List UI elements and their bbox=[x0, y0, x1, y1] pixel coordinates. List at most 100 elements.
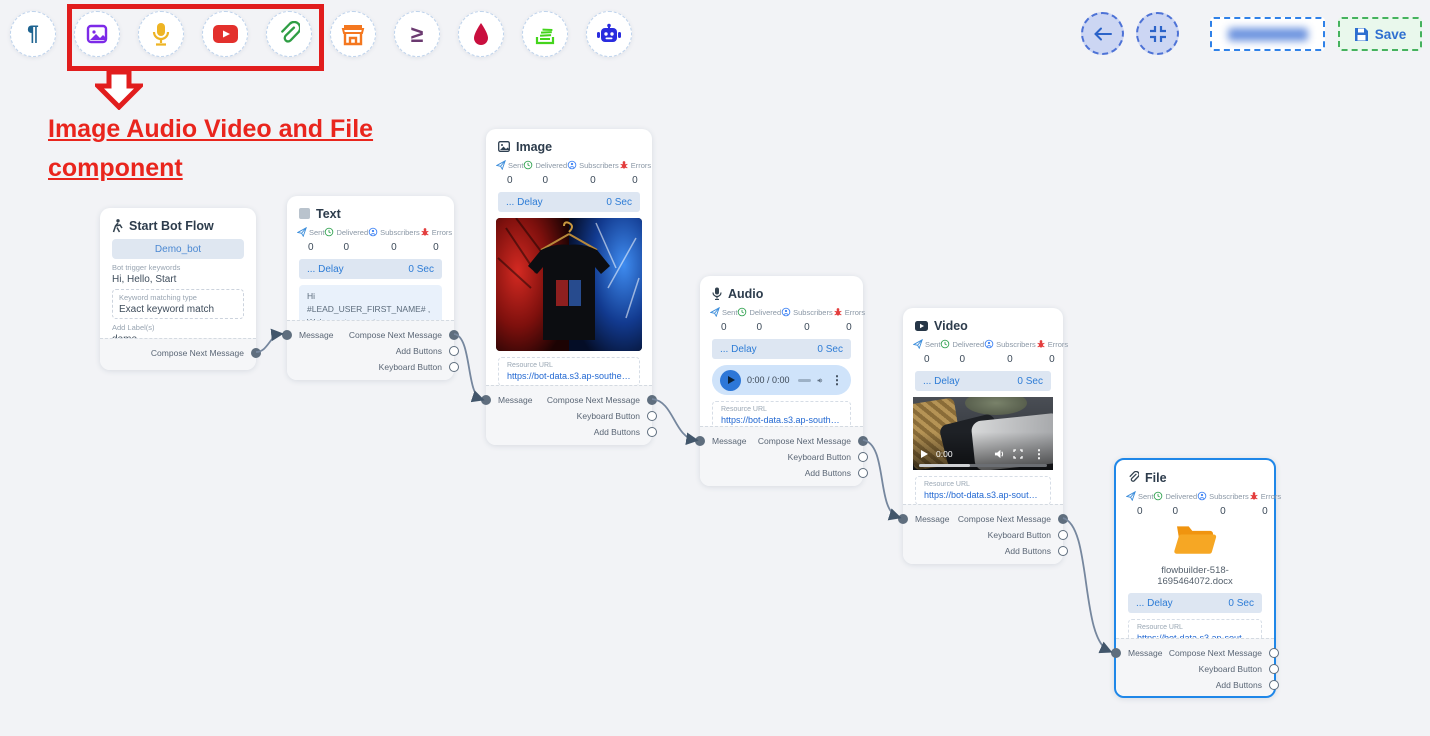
field-trigger-keywords[interactable]: Bot trigger keywords Hi, Hello, Start bbox=[112, 263, 244, 285]
text-component-button[interactable]: ¶ bbox=[10, 11, 56, 57]
resource-url-link[interactable]: https://bot-data.s3.ap-southeast-1.wasab… bbox=[924, 490, 1042, 500]
node-text[interactable]: Text Sent 0 Delivered 0 Subscribers 0 Er… bbox=[287, 196, 454, 380]
node-video[interactable]: Video Sent 0 Delivered 0 Subscribers 0 E… bbox=[903, 308, 1063, 564]
video-player[interactable]: 0:00 ⋮ bbox=[913, 397, 1053, 470]
stat-delivered: Delivered 0 bbox=[523, 160, 567, 186]
node-header: Start Bot Flow bbox=[100, 208, 256, 233]
video-controls: 0:00 ⋮ bbox=[921, 447, 1045, 461]
delay-control[interactable]: ... Delay 0 Sec bbox=[498, 192, 640, 212]
video-progress-bar[interactable] bbox=[919, 464, 1047, 467]
stat-delivered: Delivered 0 bbox=[940, 339, 984, 365]
obscured-action-button[interactable] bbox=[1210, 17, 1325, 51]
output-port-keyboard-button[interactable] bbox=[1058, 530, 1068, 540]
back-button[interactable] bbox=[1081, 12, 1124, 55]
output-port-compose[interactable] bbox=[858, 436, 868, 446]
stat-delivered: Delivered 0 bbox=[324, 227, 368, 253]
delay-control[interactable]: ... Delay 0 Sec bbox=[299, 259, 442, 279]
output-port-add-buttons[interactable] bbox=[858, 468, 868, 478]
stat-sent: Sent 0 bbox=[710, 307, 737, 333]
input-port-message[interactable] bbox=[282, 330, 292, 340]
stats-row: Sent 0 Delivered 0 Subscribers 0 Errors … bbox=[1126, 491, 1264, 517]
port-compose-next-message: Compose Next Message bbox=[958, 514, 1051, 524]
input-port-message[interactable] bbox=[481, 395, 491, 405]
output-port-compose[interactable] bbox=[1058, 514, 1068, 524]
compress-icon bbox=[1149, 25, 1167, 43]
delivered-icon bbox=[1153, 491, 1163, 501]
field-value[interactable]: Hi, Hello, Start bbox=[112, 274, 244, 285]
stat-subscribers: Subscribers 0 bbox=[984, 339, 1036, 365]
stat-subscribers: Subscribers 0 bbox=[1197, 491, 1249, 517]
field-value[interactable]: Exact keyword match bbox=[119, 304, 237, 315]
fullscreen-icon[interactable] bbox=[1013, 449, 1023, 459]
audio-progress[interactable] bbox=[798, 379, 811, 382]
errors-icon bbox=[420, 227, 430, 237]
output-port-add-buttons[interactable] bbox=[647, 427, 657, 437]
stat-subscribers: Subscribers 0 bbox=[368, 227, 420, 253]
output-port-keyboard-button[interactable] bbox=[647, 411, 657, 421]
input-port-message[interactable] bbox=[1111, 648, 1121, 658]
stat-errors: Errors 0 bbox=[619, 160, 651, 186]
node-image[interactable]: Image Sent 0 Delivered 0 Subscribers 0 E… bbox=[486, 129, 652, 445]
output-port-compose[interactable] bbox=[251, 348, 261, 358]
delay-control[interactable]: ... Delay 0 Sec bbox=[712, 339, 851, 359]
node-file[interactable]: File Sent 0 Delivered 0 Subscribers 0 Er… bbox=[1114, 458, 1276, 698]
pilcrow-icon: ¶ bbox=[27, 22, 39, 46]
ecommerce-component-button[interactable] bbox=[330, 11, 376, 57]
annotation-rectangle bbox=[67, 4, 324, 71]
port-compose-next-message: Compose Next Message bbox=[349, 330, 442, 340]
sent-icon bbox=[1126, 491, 1136, 501]
resource-url-link[interactable]: https://bot-data.s3.ap-southeast-1.wasab… bbox=[507, 371, 631, 381]
delay-control[interactable]: ... Delay 0 Sec bbox=[1128, 593, 1262, 613]
wire-audio-to-video bbox=[863, 440, 898, 517]
drip-component-button[interactable] bbox=[458, 11, 504, 57]
errors-icon bbox=[1249, 491, 1259, 501]
ai-component-button[interactable] bbox=[586, 11, 632, 57]
play-icon[interactable] bbox=[921, 450, 928, 458]
flow-canvas[interactable]: ¶ ≥ bbox=[0, 0, 1430, 736]
annotation-text: Image Audio Video and File component bbox=[48, 110, 373, 188]
field-keyword-matching[interactable]: Keyword matching type Exact keyword matc… bbox=[112, 289, 244, 319]
node-title: Image bbox=[516, 140, 552, 154]
bot-name-button[interactable]: Demo_bot bbox=[112, 239, 244, 259]
volume-icon[interactable] bbox=[817, 375, 823, 386]
output-port-keyboard-button[interactable] bbox=[449, 362, 459, 372]
resource-url-link[interactable]: https://bot-data.s3.ap-southeast-1.wasab… bbox=[721, 415, 842, 425]
audio-menu-icon[interactable]: ⋮ bbox=[831, 373, 843, 387]
errors-icon bbox=[1036, 339, 1046, 349]
output-port-add-buttons[interactable] bbox=[449, 346, 459, 356]
port-keyboard-button: Keyboard Button bbox=[379, 362, 442, 372]
save-button[interactable]: Save bbox=[1338, 17, 1422, 51]
node-header: Audio bbox=[700, 276, 863, 301]
sequence-component-button[interactable] bbox=[522, 11, 568, 57]
product-image bbox=[496, 218, 642, 351]
output-port-compose[interactable] bbox=[1269, 648, 1279, 658]
save-button-label: Save bbox=[1375, 27, 1407, 42]
node-footer: Message Compose Next Message Keyboard Bu… bbox=[700, 426, 863, 486]
node-header: Video bbox=[903, 308, 1063, 333]
node-audio[interactable]: Audio Sent 0 Delivered 0 Subscribers 0 E… bbox=[700, 276, 863, 486]
compress-button[interactable] bbox=[1136, 12, 1179, 55]
volume-icon[interactable] bbox=[994, 449, 1005, 459]
output-port-add-buttons[interactable] bbox=[1058, 546, 1068, 556]
play-button[interactable] bbox=[720, 370, 741, 391]
delay-control[interactable]: ... Delay 0 Sec bbox=[915, 371, 1051, 391]
node-header: File bbox=[1116, 460, 1274, 485]
audio-player[interactable]: 0:00 / 0:00 ⋮ bbox=[712, 365, 851, 395]
video-menu-icon[interactable]: ⋮ bbox=[1033, 447, 1045, 461]
delay-label: ... Delay bbox=[506, 197, 543, 208]
tshirt-artwork bbox=[496, 218, 642, 351]
input-port-message[interactable] bbox=[695, 436, 705, 446]
input-port-message[interactable] bbox=[898, 514, 908, 524]
video-thumbnail-plant bbox=[965, 397, 1027, 415]
condition-component-button[interactable]: ≥ bbox=[394, 11, 440, 57]
output-port-compose[interactable] bbox=[449, 330, 459, 340]
output-port-keyboard-button[interactable] bbox=[858, 452, 868, 462]
output-port-compose[interactable] bbox=[647, 395, 657, 405]
output-port-add-buttons[interactable] bbox=[1269, 680, 1279, 690]
microphone-node-icon bbox=[712, 287, 722, 300]
stat-errors: Errors 0 bbox=[420, 227, 452, 253]
port-keyboard-button: Keyboard Button bbox=[1199, 664, 1262, 674]
node-start-bot-flow[interactable]: Start Bot Flow Demo_bot Bot trigger keyw… bbox=[100, 208, 256, 370]
delivered-icon bbox=[737, 307, 747, 317]
output-port-keyboard-button[interactable] bbox=[1269, 664, 1279, 674]
